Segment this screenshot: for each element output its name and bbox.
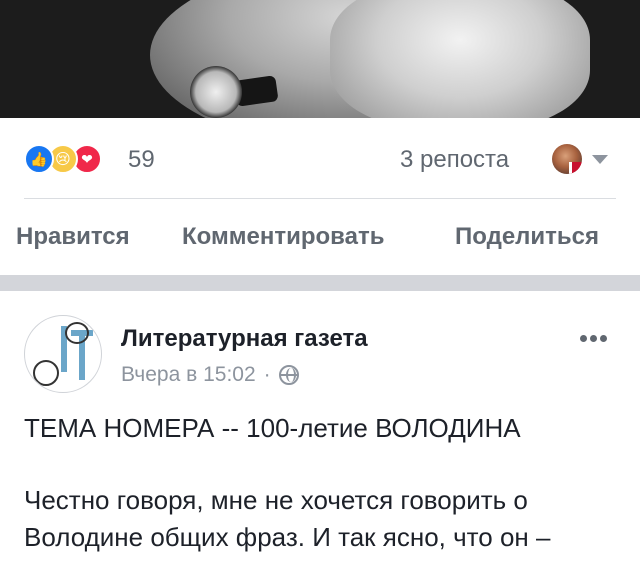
share-button[interactable]: Поделиться: [455, 223, 599, 251]
flag-icon: [569, 162, 582, 174]
page-avatar[interactable]: [24, 315, 102, 393]
post-headline: ТЕМА НОМЕРА -- 100-летие ВОЛОДИНА: [24, 413, 521, 443]
post-body-line: Володине общих фраз. И так ясно, что он …: [24, 522, 551, 552]
action-bar: Нравится Комментировать Поделиться: [0, 199, 640, 275]
photo-watch: [190, 66, 242, 118]
post-body-line: Честно говоря, мне не хочется говорить о: [24, 485, 528, 515]
meta-separator: ·: [263, 363, 271, 386]
post-timestamp[interactable]: Вчера в 15:02: [121, 363, 256, 387]
shares-count[interactable]: 3 репоста: [400, 146, 509, 174]
reaction-icons[interactable]: 👍 😢 ❤: [24, 144, 102, 174]
reaction-count[interactable]: 59: [128, 146, 155, 174]
post-header: Литературная газета Вчера в 15:02 ·: [0, 291, 640, 401]
reactions-summary[interactable]: 👍 😢 ❤ 59 3 репоста: [0, 118, 640, 198]
page-name-link[interactable]: Литературная газета: [121, 325, 368, 353]
comment-button[interactable]: Комментировать: [182, 223, 384, 251]
post-photo[interactable]: [0, 0, 640, 118]
feed-separator: [0, 275, 640, 291]
photo-shirt: [330, 0, 590, 118]
like-button[interactable]: Нравится: [16, 223, 130, 251]
chevron-down-icon[interactable]: [592, 155, 608, 164]
globe-icon[interactable]: [278, 365, 299, 385]
logo-face: [65, 322, 89, 344]
sharer-avatar[interactable]: [552, 144, 582, 174]
logo-face: [33, 360, 59, 386]
post-body: ТЕМА НОМЕРА -- 100-летие ВОЛОДИНА Честно…: [24, 410, 624, 556]
more-options-icon[interactable]: [580, 335, 607, 342]
like-icon: 👍: [24, 144, 54, 174]
post-meta: Вчера в 15:02 ·: [121, 363, 299, 387]
